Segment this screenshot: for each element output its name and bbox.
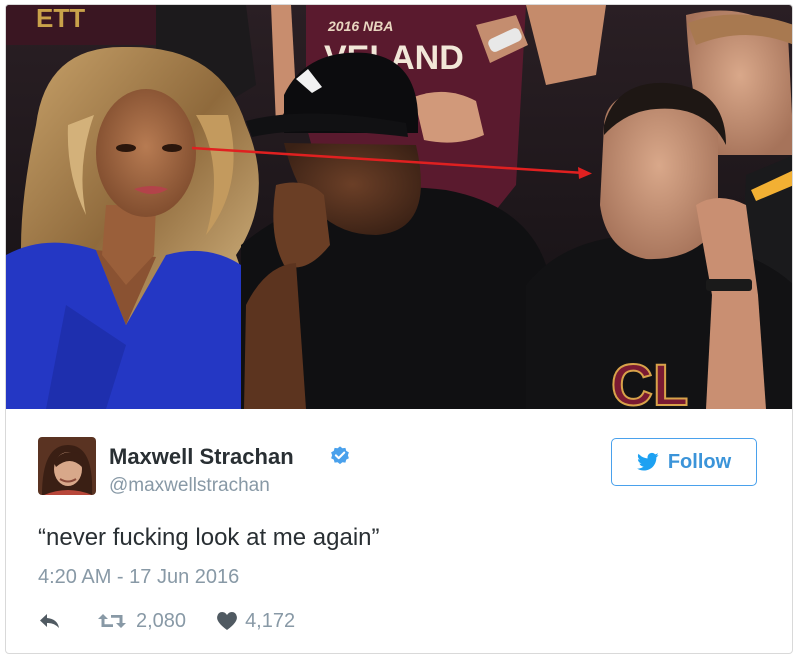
verified-badge-icon [329,445,351,467]
crowd-shirt-text: ETT [36,5,85,33]
retweet-count: 2,080 [136,609,187,632]
shirt-text-top: 2016 NBA [327,18,393,34]
tweet-text: “never fucking look at me again” [38,524,380,551]
like-count: 4,172 [245,609,296,632]
retweet-button[interactable]: 2,080 [97,610,186,633]
retweet-icon [98,614,126,628]
user-handle[interactable]: @maxwellstrachan [109,475,270,497]
follow-button[interactable]: Follow [611,438,757,486]
tweet-body: Maxwell Strachan @maxwellstrachan Follow… [6,409,792,653]
avatar[interactable] [38,437,96,495]
heart-icon [217,612,237,630]
tweet-actions: 2,080 4,172 [38,607,295,635]
reply-button[interactable] [38,612,62,630]
follow-label: Follow [667,450,732,473]
tweet-photo[interactable]: ETT 2016 NBA VELAND CL [6,5,792,409]
bird-icon [636,452,659,471]
reply-arrow-icon [40,614,59,628]
tweet-timestamp[interactable]: 4:20 AM - 17 Jun 2016 [38,566,239,589]
embedded-tweet-card: ETT 2016 NBA VELAND CL Maxwell Strachan … [5,4,793,654]
display-name[interactable]: Maxwell Strachan [109,444,294,470]
like-button[interactable]: 4,172 [216,610,295,633]
shirt-text-front: CL [611,353,688,409]
